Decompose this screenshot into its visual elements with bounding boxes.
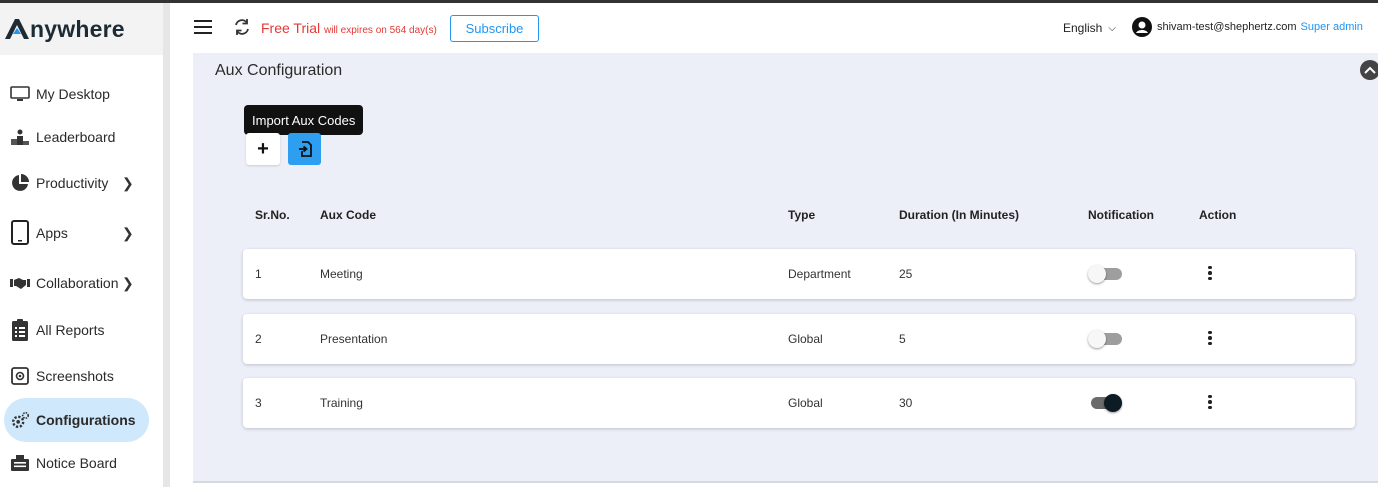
logo-area: nywhere <box>0 3 163 55</box>
table-row: 2 Presentation Global 5 <box>243 314 1355 364</box>
sidebar: nywhere My Desktop Leaderboard Productiv… <box>0 3 163 487</box>
sidebar-item-apps[interactable]: Apps ❯ <box>4 211 149 255</box>
sync-icon[interactable] <box>232 17 252 42</box>
more-vert-icon[interactable] <box>1203 392 1217 412</box>
pie-chart-icon <box>10 173 30 193</box>
sidebar-item-configurations[interactable]: Configurations <box>4 398 149 442</box>
user-menu[interactable]: shivam-test@shephertz.com Super admin <box>1132 17 1363 37</box>
sidebar-scrollbar[interactable] <box>163 3 170 487</box>
user-email: shivam-test@shephertz.com <box>1157 21 1297 33</box>
row-duration: 5 <box>899 332 906 346</box>
row-aux-code: Training <box>320 396 363 410</box>
logo-a-icon <box>5 19 29 39</box>
user-role: Super admin <box>1300 21 1363 33</box>
chevron-right-icon: ❯ <box>122 274 134 291</box>
menu-icon[interactable] <box>194 20 212 34</box>
more-vert-icon[interactable] <box>1203 263 1217 283</box>
file-import-icon <box>298 141 312 157</box>
monitor-icon <box>10 84 30 104</box>
tablet-icon <box>10 220 30 245</box>
sidebar-item-label: Screenshots <box>36 368 114 384</box>
collapse-icon[interactable] <box>1360 60 1378 80</box>
row-duration: 30 <box>899 396 913 410</box>
chevron-right-icon: ❯ <box>122 174 134 191</box>
column-header-notification: Notification <box>1088 208 1154 222</box>
language-value: English <box>1063 21 1103 35</box>
podium-icon <box>10 127 30 147</box>
notification-toggle[interactable] <box>1088 330 1124 348</box>
column-header-aux-code: Aux Code <box>320 208 377 222</box>
row-sr: 1 <box>255 267 262 281</box>
trial-label: Free Trial <box>261 20 321 36</box>
user-avatar-icon <box>1132 17 1152 37</box>
sidebar-item-label: My Desktop <box>36 86 110 102</box>
row-type: Global <box>788 332 823 346</box>
sidebar-item-label: Leaderboard <box>36 129 116 145</box>
main-content: Aux Configuration Import Aux Codes + Sr.… <box>193 53 1378 481</box>
import-aux-codes-button[interactable] <box>288 133 321 165</box>
sidebar-item-label: Collaboration <box>36 275 119 291</box>
sidebar-item-collaboration[interactable]: Collaboration ❯ <box>4 261 149 305</box>
sidebar-item-leaderboard[interactable]: Leaderboard <box>4 115 149 159</box>
chevron-down-icon: ⌵ <box>1108 22 1116 34</box>
sidebar-item-label: Apps <box>36 225 68 241</box>
sidebar-item-label: Productivity <box>36 175 109 191</box>
column-header-type: Type <box>788 208 816 222</box>
screenshot-icon <box>10 366 30 386</box>
top-header: Free Trial will expires on 564 day(s) Su… <box>170 3 1378 53</box>
column-header-duration: Duration (In Minutes) <box>899 208 1019 222</box>
table-row: 3 Training Global 30 <box>243 378 1355 428</box>
trial-status: Free Trial will expires on 564 day(s) <box>261 20 437 36</box>
logo[interactable]: nywhere <box>4 16 125 43</box>
table-row: 1 Meeting Department 25 <box>243 249 1355 299</box>
gear-icon <box>10 410 30 430</box>
notice-board-icon <box>10 453 30 473</box>
sidebar-item-notice-board[interactable]: Notice Board <box>4 441 149 485</box>
language-select[interactable]: English ⌵ <box>1063 21 1116 35</box>
row-aux-code: Presentation <box>320 332 388 346</box>
section-title: Aux Configuration <box>215 62 343 79</box>
row-sr: 2 <box>255 332 262 346</box>
sidebar-item-screenshots[interactable]: Screenshots <box>4 354 149 398</box>
sidebar-item-all-reports[interactable]: All Reports <box>4 308 149 352</box>
add-aux-code-button[interactable]: + <box>246 133 280 165</box>
row-duration: 25 <box>899 267 913 281</box>
logo-text: nywhere <box>30 15 125 42</box>
clipboard-list-icon <box>10 319 30 341</box>
sidebar-item-label: Configurations <box>36 412 136 428</box>
notification-toggle[interactable] <box>1088 394 1124 412</box>
row-type: Global <box>788 396 823 410</box>
row-aux-code: Meeting <box>320 267 363 281</box>
chevron-right-icon: ❯ <box>122 224 134 241</box>
notification-toggle[interactable] <box>1088 265 1124 283</box>
sidebar-item-label: Notice Board <box>36 455 117 471</box>
import-tooltip: Import Aux Codes <box>244 105 364 140</box>
row-type: Department <box>788 267 851 281</box>
row-sr: 3 <box>255 396 262 410</box>
more-vert-icon[interactable] <box>1203 328 1217 348</box>
main-bottom-border <box>193 481 1378 483</box>
column-header-action: Action <box>1199 208 1237 222</box>
subscribe-button[interactable]: Subscribe <box>450 15 539 42</box>
sidebar-item-label: All Reports <box>36 322 105 338</box>
handshake-icon <box>10 273 30 293</box>
sidebar-item-productivity[interactable]: Productivity ❯ <box>4 161 149 205</box>
column-header-sr: Sr.No. <box>255 208 290 222</box>
sidebar-item-my-desktop[interactable]: My Desktop <box>4 72 149 116</box>
trial-expiry: will expires on 564 day(s) <box>324 25 437 36</box>
